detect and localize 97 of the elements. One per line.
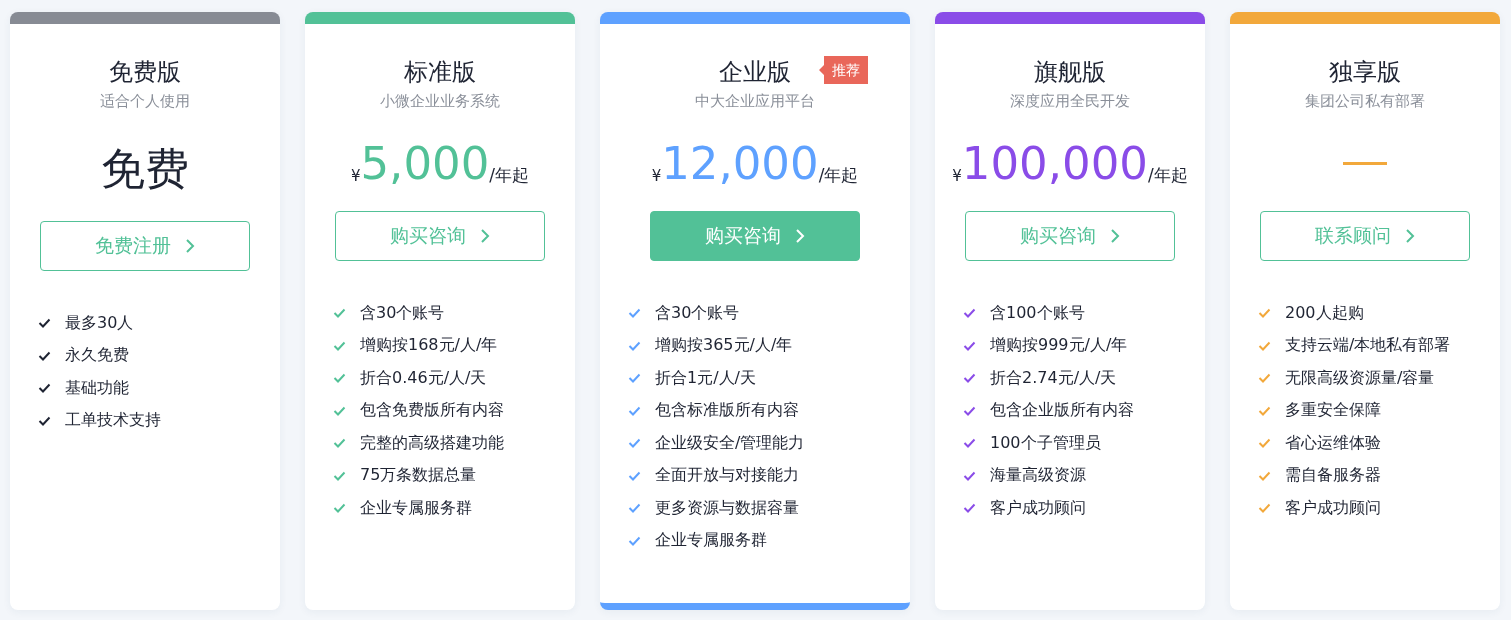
check-icon [963, 373, 976, 384]
chevron-right-icon [185, 238, 195, 254]
check-icon [333, 503, 346, 514]
plan-subtitle: 深度应用全民开发 [1010, 92, 1130, 111]
chevron-right-icon [795, 228, 805, 244]
feature-text: 省心运维体验 [1285, 432, 1381, 454]
chevron-right-icon [1110, 228, 1120, 244]
price-amount: 100,000 [961, 136, 1148, 190]
plan-subtitle: 适合个人使用 [100, 92, 190, 111]
price-unit: /年起 [818, 164, 859, 187]
check-icon [963, 503, 976, 514]
plan-title: 标准版 [404, 57, 476, 88]
feature-text: 客户成功顾问 [990, 497, 1086, 519]
check-icon [963, 470, 976, 481]
check-icon [1258, 438, 1271, 449]
check-icon [333, 340, 346, 351]
check-icon [628, 535, 641, 546]
consult-button[interactable]: 免费注册 [40, 221, 250, 271]
check-icon [1258, 405, 1271, 416]
feature-text: 200人起购 [1285, 302, 1364, 324]
check-icon [333, 405, 346, 416]
price-amount: 12,000 [661, 136, 819, 190]
feature-text: 含30个账号 [360, 302, 445, 324]
check-icon [38, 415, 51, 426]
price-amount: 5,000 [360, 136, 490, 190]
dash-mark [1343, 161, 1387, 165]
check-icon [628, 503, 641, 514]
feature-text: 更多资源与数据容量 [655, 497, 799, 519]
price-unit: /年起 [489, 165, 530, 187]
feature-text: 折合0.46元/人/天 [360, 367, 487, 389]
plan-subtitle: 中大企业应用平台 [695, 92, 815, 111]
feature-text: 工单技术支持 [65, 410, 161, 432]
plan-title: 免费版 [109, 57, 181, 88]
feature-text: 最多30人 [65, 312, 134, 334]
feature-text: 含100个账号 [990, 302, 1085, 324]
check-icon [333, 470, 346, 481]
check-icon [333, 308, 346, 319]
feature-text: 海量高级资源 [990, 465, 1086, 487]
plan-subtitle: 小微企业业务系统 [380, 92, 500, 111]
feature-text: 75万条数据总量 [360, 465, 477, 487]
feature-text: 多重安全保障 [1285, 400, 1381, 422]
chevron-right-icon [1405, 228, 1415, 244]
feature-text: 支持云端/本地私有部署 [1285, 335, 1451, 357]
check-icon [963, 340, 976, 351]
feature-text: 完整的高级搭建功能 [360, 432, 504, 454]
feature-text: 折合2.74元/人/天 [990, 367, 1117, 389]
feature-text: 包含企业版所有内容 [990, 400, 1134, 422]
check-icon [1258, 503, 1271, 514]
check-icon [1258, 373, 1271, 384]
check-icon [628, 308, 641, 319]
price-text: 免费 [101, 141, 189, 196]
feature-text: 基础功能 [65, 377, 129, 399]
plan-title: 旗舰版 [1034, 57, 1106, 88]
feature-text: 企业专属服务群 [360, 497, 472, 519]
recommended-badge: 推荐 [819, 56, 868, 84]
check-icon [963, 405, 976, 416]
consult-button[interactable]: 购买咨询 [335, 211, 545, 261]
check-icon [963, 308, 976, 319]
check-icon [628, 405, 641, 416]
consult-button[interactable]: 购买咨询 [965, 211, 1175, 261]
check-icon [1258, 470, 1271, 481]
check-icon [628, 470, 641, 481]
feature-text: 折合1元/人/天 [655, 367, 756, 389]
check-icon [333, 438, 346, 449]
check-icon [628, 340, 641, 351]
feature-text: 全面开放与对接能力 [655, 465, 799, 487]
currency-symbol: ¥ [952, 167, 962, 185]
feature-text: 包含标准版所有内容 [655, 400, 799, 422]
check-icon [963, 438, 976, 449]
plan-title: 独享版 [1329, 57, 1401, 88]
feature-text: 包含免费版所有内容 [360, 400, 504, 422]
plan-subtitle: 集团公司私有部署 [1305, 92, 1425, 111]
feature-text: 无限高级资源量/容量 [1285, 367, 1435, 389]
check-icon [38, 383, 51, 394]
consult-button[interactable]: 联系顾问 [1260, 211, 1470, 261]
check-icon [1258, 340, 1271, 351]
currency-symbol: ¥ [350, 167, 361, 185]
check-icon [628, 438, 641, 449]
chevron-right-icon [480, 228, 490, 244]
feature-text: 需自备服务器 [1285, 465, 1381, 487]
feature-text: 客户成功顾问 [1285, 497, 1381, 519]
feature-text: 100个子管理员 [990, 432, 1101, 454]
check-icon [38, 350, 51, 361]
feature-text: 企业级安全/管理能力 [655, 432, 805, 454]
feature-text: 永久免费 [65, 345, 129, 367]
feature-text: 含30个账号 [655, 302, 740, 324]
feature-text: 增购按999元/人/年 [990, 335, 1128, 357]
check-icon [1258, 308, 1271, 319]
currency-symbol: ¥ [651, 167, 662, 185]
check-icon [333, 373, 346, 384]
price-unit: /年起 [1147, 164, 1188, 187]
feature-text: 企业专属服务群 [655, 530, 767, 552]
feature-text: 增购按168元/人/年 [360, 335, 498, 357]
check-icon [628, 373, 641, 384]
feature-text: 增购按365元/人/年 [655, 335, 793, 357]
check-icon [38, 318, 51, 329]
consult-button[interactable]: 购买咨询 [650, 211, 860, 261]
